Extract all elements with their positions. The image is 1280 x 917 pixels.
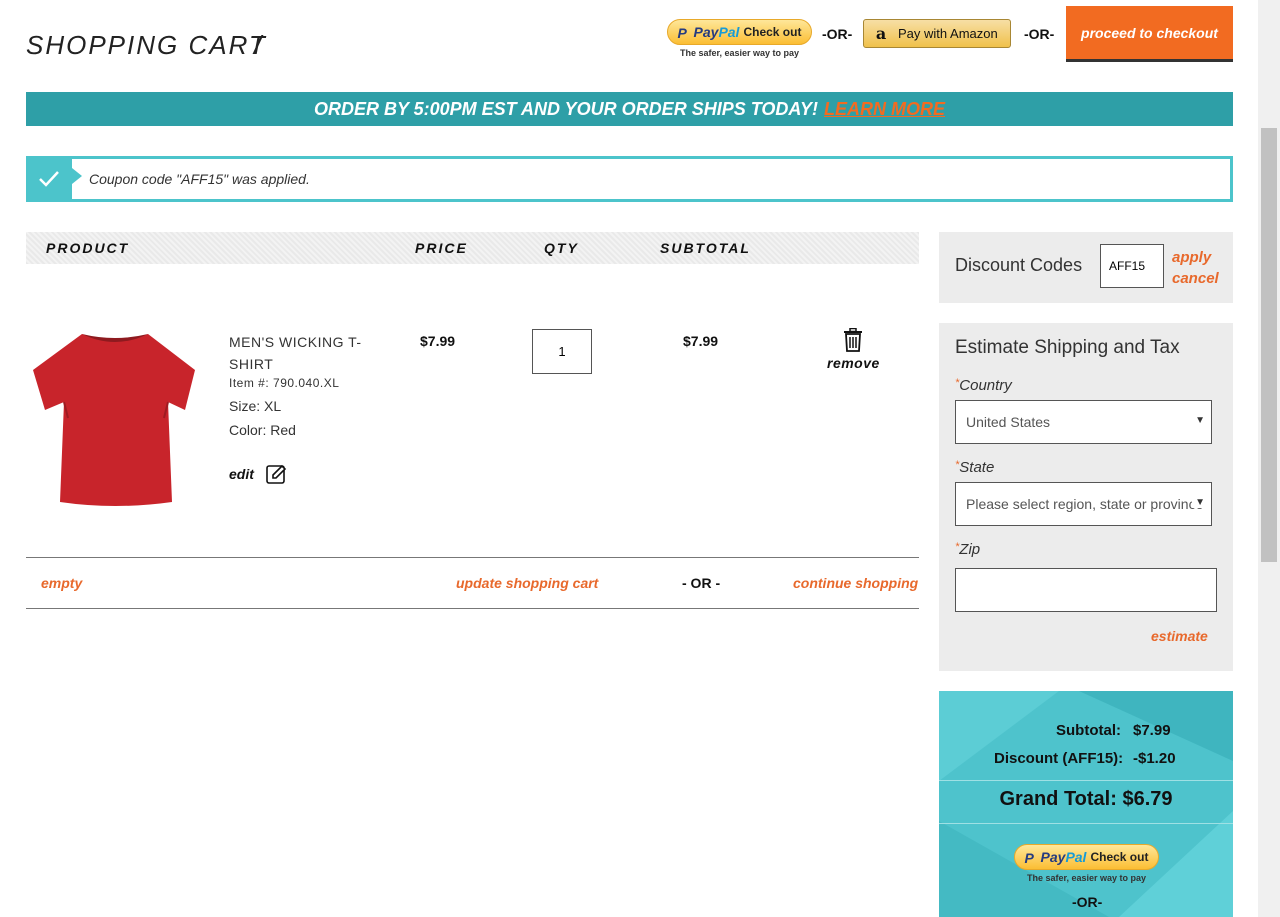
estimate-shipping-title: Estimate Shipping and Tax xyxy=(955,337,1180,358)
product-item-number: Item #: 790.040.XL xyxy=(229,376,340,390)
product-color: Color: Red xyxy=(229,422,296,438)
zip-label: *Zip xyxy=(955,541,981,558)
page-title: SHOPPING CART xyxy=(26,30,267,60)
paypal-icon: P xyxy=(1024,850,1034,866)
product-image[interactable] xyxy=(30,328,200,508)
dropdown-arrow-icon: ▼ xyxy=(1195,415,1205,426)
paypal-checkout-label: Check out xyxy=(1090,850,1149,864)
discount-codes-panel: Discount Codes apply cancel xyxy=(939,232,1233,303)
item-price: $7.99 xyxy=(420,333,456,349)
paypal-checkout-label: Check out xyxy=(743,25,802,39)
item-subtotal: $7.99 xyxy=(683,333,719,349)
edit-icon[interactable] xyxy=(265,463,287,485)
country-value: United States xyxy=(966,414,1051,430)
background-shape xyxy=(939,691,1059,781)
dropdown-arrow-icon: ▼ xyxy=(1192,497,1205,508)
apply-discount-link[interactable]: apply xyxy=(1172,249,1211,266)
or-separator: - OR - xyxy=(682,575,721,591)
paypal-wordmark: PayPal xyxy=(693,24,740,40)
country-select[interactable]: United States ▼ xyxy=(955,400,1212,444)
estimate-shipping-panel: Estimate Shipping and Tax *Country Unite… xyxy=(939,323,1233,671)
continue-shopping-link[interactable]: continue shopping xyxy=(793,575,918,591)
paypal-wordmark: PayPal xyxy=(1040,849,1087,865)
coupon-message-text: Coupon code "AFF15" was applied. xyxy=(89,171,310,187)
scrollbar-thumb[interactable] xyxy=(1261,128,1277,562)
divider xyxy=(939,823,1233,824)
empty-cart-link[interactable]: empty xyxy=(41,575,82,591)
proceed-to-checkout-button[interactable]: proceed to checkout xyxy=(1066,6,1233,62)
title-separator: / xyxy=(254,30,262,60)
divider xyxy=(939,780,1233,781)
state-label: *State xyxy=(955,459,995,476)
product-size: Size: XL xyxy=(229,398,282,414)
amazon-label: Pay with Amazon xyxy=(898,26,998,41)
paypal-checkout-button[interactable]: P PayPal Check out xyxy=(1014,844,1159,870)
pay-with-amazon-button[interactable]: a Pay with Amazon xyxy=(863,19,1011,48)
state-select[interactable]: Please select region, state or province … xyxy=(955,482,1212,526)
header-price: PRICE xyxy=(415,240,468,256)
estimate-link[interactable]: estimate xyxy=(1151,628,1208,644)
trash-icon[interactable] xyxy=(842,328,864,352)
banner-text: ORDER BY 5:00PM EST AND YOUR ORDER SHIPS… xyxy=(313,98,819,119)
edit-item-link[interactable]: edit xyxy=(229,466,254,482)
product-name[interactable]: MEN'S WICKING T-SHIRT xyxy=(229,331,379,375)
checkmark-icon xyxy=(26,156,82,202)
learn-more-link[interactable]: LEARN MORE xyxy=(824,99,945,120)
cart-table-header: PRODUCT PRICE QTY SUBTOTAL xyxy=(26,232,919,264)
or-separator: -OR- xyxy=(1024,26,1055,42)
amazon-icon: a xyxy=(875,24,887,43)
grand-total-label: Grand Total: xyxy=(999,788,1117,810)
paypal-icon: P xyxy=(677,25,687,41)
coupon-success-message: Coupon code "AFF15" was applied. xyxy=(26,156,1233,202)
grand-total: Grand Total: $6.79 xyxy=(939,788,1233,811)
subtotal-label: Subtotal: xyxy=(1056,722,1121,739)
subtotal-value: $7.99 xyxy=(1133,722,1171,739)
quantity-input[interactable] xyxy=(532,329,592,374)
shipping-banner: ORDER BY 5:00PM EST AND YOUR ORDER SHIPS… xyxy=(26,92,1233,126)
or-separator: -OR- xyxy=(1072,894,1103,910)
country-label: *Country xyxy=(955,377,1012,394)
discount-total-value: -$1.20 xyxy=(1133,750,1176,767)
header-qty: QTY xyxy=(544,240,579,256)
remove-item-link[interactable]: remove xyxy=(827,355,880,371)
state-value: Please select region, state or province xyxy=(966,496,1204,512)
cancel-discount-link[interactable]: cancel xyxy=(1172,270,1219,287)
update-cart-link[interactable]: update shopping cart xyxy=(456,575,598,591)
paypal-tagline: The safer, easier way to pay xyxy=(679,48,800,58)
discount-code-input[interactable] xyxy=(1100,244,1164,288)
header-subtotal: SUBTOTAL xyxy=(660,240,751,256)
discount-total-label: Discount (AFF15): xyxy=(994,750,1124,767)
paypal-tagline: The safer, easier way to pay xyxy=(1026,873,1147,883)
paypal-checkout-button[interactable]: P PayPal Check out xyxy=(667,19,812,45)
discount-codes-label: Discount Codes xyxy=(955,255,1083,275)
cart-actions: empty update shopping cart - OR - contin… xyxy=(26,557,919,609)
grand-total-value: $6.79 xyxy=(1122,788,1173,810)
zip-input[interactable] xyxy=(955,568,1217,612)
header-product: PRODUCT xyxy=(46,240,130,256)
or-separator: -OR- xyxy=(822,26,853,42)
totals-panel: Subtotal: $7.99 Discount (AFF15): -$1.20… xyxy=(939,691,1233,917)
